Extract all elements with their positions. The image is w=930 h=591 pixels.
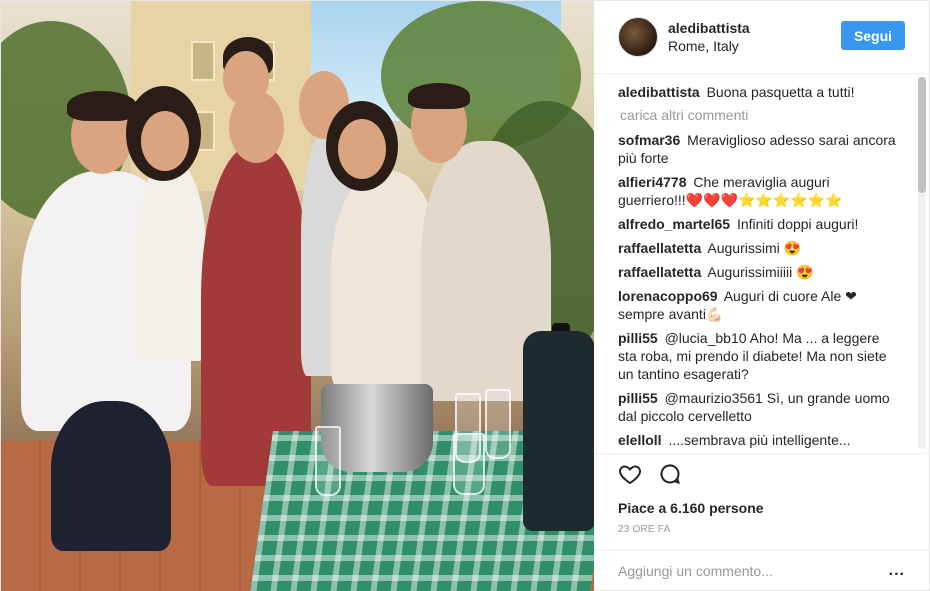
comment-username[interactable]: alfredo_martel65 [618,216,730,232]
scrollbar-thumb[interactable] [918,77,926,193]
comment-text: ....sembrava più intelligente... [668,432,851,448]
comment-text: @lucia_bb10 Aho! Ma ... a leggere sta ro… [618,330,887,382]
comment-username[interactable]: raffaellatetta [618,264,701,280]
comment-item: raffaellatetta Augurissimi 😍 [618,239,898,257]
post-sidebar: aledibattista Rome, Italy Segui aledibat… [594,1,929,591]
header-username[interactable]: aledibattista [668,19,750,37]
comment-text: Infiniti doppi auguri! [736,216,859,232]
comment-item: sofmar36 Meraviglioso adesso sarai ancor… [618,131,898,167]
header-location[interactable]: Rome, Italy [668,37,750,55]
post-header: aledibattista Rome, Italy Segui [594,1,929,74]
comment-username[interactable]: pilli55 [618,390,658,406]
avatar[interactable] [618,17,658,57]
add-comment-bar: ... [594,549,929,591]
post-photo[interactable] [1,1,594,591]
follow-button[interactable]: Segui [841,21,905,50]
heart-icon[interactable] [618,462,642,491]
load-more-comments-link[interactable]: carica altri commenti [620,107,898,123]
comment-item: pilli55 @lucia_bb10 Aho! Ma ... a legger… [618,329,898,383]
comments-scrollbar[interactable] [918,77,926,449]
comment-item: elelloll ....sembrava più intelligente..… [618,431,898,449]
comment-item: alfredo_martel65 Infiniti doppi auguri! [618,215,898,233]
caption-username[interactable]: aledibattista [618,84,700,100]
comment-username[interactable]: lorenacoppo69 [618,288,718,304]
likes-count[interactable]: Piace a 6.160 persone [618,500,905,516]
post-actions: Piace a 6.160 persone 23 ORE FA [594,453,929,535]
post-timestamp[interactable]: 23 ORE FA [618,524,905,535]
comments-list[interactable]: aledibattista Buona pasquetta a tutti! c… [618,83,898,453]
comment-input[interactable] [618,563,889,579]
comment-icon[interactable] [658,462,682,491]
comment-text: Augurissimiiiii 😍 [707,264,814,280]
photo-bottle [523,331,594,531]
more-options-icon[interactable]: ... [889,562,905,580]
comment-text: Augurissimi 😍 [707,240,802,256]
comment-item: raffaellatetta Augurissimiiiii 😍 [618,263,898,281]
caption: aledibattista Buona pasquetta a tutti! [618,83,898,101]
comment-username[interactable]: alfieri4778 [618,174,687,190]
comment-item: pilli55 @maurizio3561 Sì, un grande uomo… [618,389,898,425]
comment-item: alfieri4778 Che meraviglia auguri guerri… [618,173,898,209]
comment-username[interactable]: sofmar36 [618,132,680,148]
caption-text: Buona pasquetta a tutti! [706,84,855,100]
comment-username[interactable]: elelloll [618,432,662,448]
comment-item: lorenacoppo69 Auguri di cuore Ale ❤ semp… [618,287,898,323]
comment-username[interactable]: raffaellatetta [618,240,701,256]
instagram-post: aledibattista Rome, Italy Segui aledibat… [0,0,930,591]
comment-username[interactable]: pilli55 [618,330,658,346]
comment-text: @maurizio3561 Sì, un grande uomo dal pic… [618,390,890,424]
